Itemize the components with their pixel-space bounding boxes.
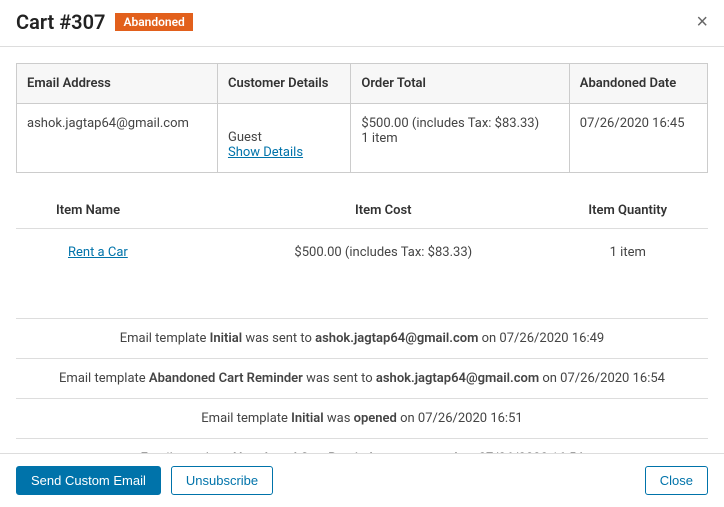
cell-total: $500.00 (includes Tax: $83.33) 1 item xyxy=(351,104,569,173)
modal-body: Email Address Customer Details Order Tot… xyxy=(0,47,724,465)
col-email: Email Address xyxy=(17,64,218,104)
order-item-count: 1 item xyxy=(361,131,558,146)
unsubscribe-button[interactable]: Unsubscribe xyxy=(171,466,273,495)
log-entry: Email template Initial was sent to ashok… xyxy=(16,318,708,358)
item-row: Rent a Car $500.00 (includes Tax: $83.33… xyxy=(16,229,708,289)
status-badge: Abandoned xyxy=(115,13,192,31)
col-date: Abandoned Date xyxy=(569,64,707,104)
email-log: Email template Initial was sent to ashok… xyxy=(16,318,708,465)
modal-title: Cart #307 xyxy=(16,10,105,34)
order-total-value: $500.00 (includes Tax: $83.33) xyxy=(361,116,558,131)
col-item-qty: Item Quantity xyxy=(548,193,708,229)
col-item-cost: Item Cost xyxy=(219,193,547,229)
item-qty: 1 item xyxy=(548,229,708,289)
item-cost: $500.00 (includes Tax: $83.33) xyxy=(219,229,547,289)
col-customer: Customer Details xyxy=(217,64,350,104)
log-entry: Email template Initial was opened on 07/… xyxy=(16,398,708,438)
cell-customer: Guest Show Details xyxy=(217,104,350,173)
show-details-link[interactable]: Show Details xyxy=(228,145,303,160)
cell-date: 07/26/2020 16:45 xyxy=(569,104,707,173)
close-button[interactable]: Close xyxy=(645,466,708,495)
send-custom-email-button[interactable]: Send Custom Email xyxy=(16,466,161,495)
item-name-link[interactable]: Rent a Car xyxy=(68,245,128,260)
log-entry: Email template Abandoned Cart Reminder w… xyxy=(16,358,708,398)
col-total: Order Total xyxy=(351,64,569,104)
customer-type: Guest xyxy=(228,130,340,145)
summary-table: Email Address Customer Details Order Tot… xyxy=(16,63,708,173)
cell-email: ashok.jagtap64@gmail.com xyxy=(17,104,218,173)
items-table: Item Name Item Cost Item Quantity Rent a… xyxy=(16,193,708,288)
close-icon[interactable]: × xyxy=(696,12,708,32)
modal-footer: Send Custom Email Unsubscribe Close xyxy=(0,453,724,507)
col-item-name: Item Name xyxy=(16,193,219,229)
summary-row: ashok.jagtap64@gmail.com Guest Show Deta… xyxy=(17,104,708,173)
